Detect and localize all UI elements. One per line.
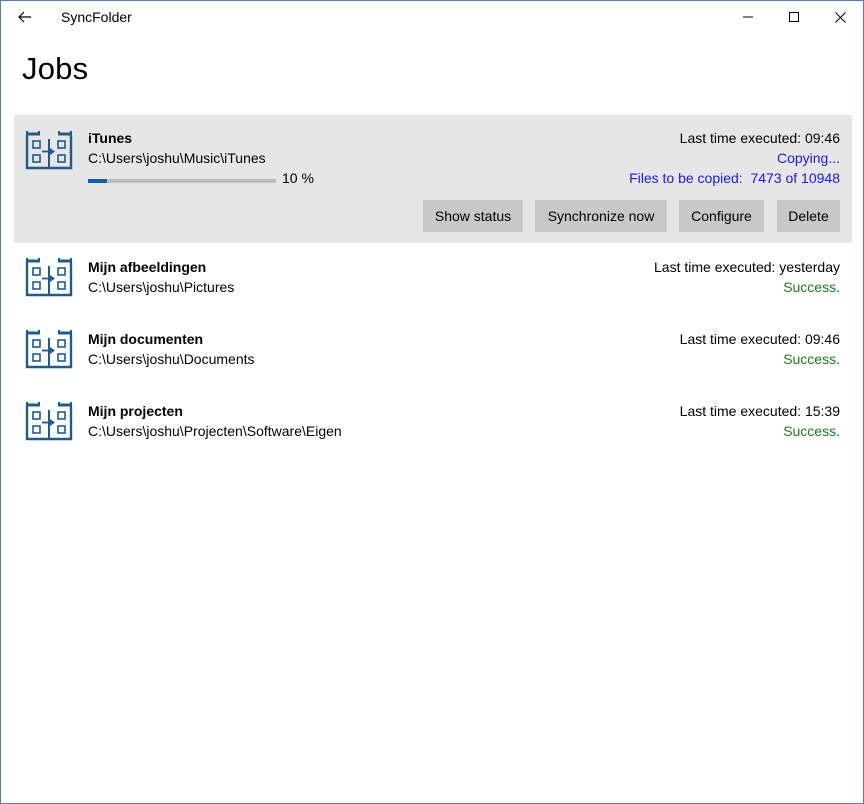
job-status: Copying... [776, 150, 840, 166]
progress-fill [88, 179, 107, 183]
back-arrow-icon [18, 11, 31, 23]
last-executed: Last time executed: 09:46 [679, 130, 840, 146]
sync-folder-icon [25, 131, 73, 170]
job-status: Success. [783, 279, 840, 295]
job-name: Mijn documenten [88, 331, 204, 347]
job-name: Mijn afbeeldingen [88, 259, 207, 275]
job-path: C:\Users\joshu\Pictures [88, 279, 235, 295]
maximize-button[interactable] [771, 1, 817, 33]
app-title: SyncFolder [61, 9, 132, 25]
configure-button[interactable]: Configure [679, 200, 764, 232]
minimize-button[interactable] [725, 1, 771, 33]
job-item-mijn-afbeeldingen[interactable]: Mijn afbeeldingen C:\Users\joshu\Picture… [14, 245, 852, 315]
title-bar: SyncFolder [1, 1, 863, 33]
job-status: Success. [783, 423, 840, 439]
job-name: iTunes [88, 130, 133, 146]
sync-folder-icon [25, 330, 73, 369]
close-button[interactable] [817, 1, 863, 33]
maximize-icon [789, 12, 799, 22]
back-button[interactable] [7, 1, 43, 33]
progress-bar [88, 179, 276, 183]
show-status-button[interactable]: Show status [423, 200, 523, 232]
files-to-copy: Files to be copied: 7473 of 10948 [629, 170, 840, 186]
job-item-mijn-projecten[interactable]: Mijn projecten C:\Users\joshu\Projecten\… [14, 389, 852, 459]
job-name: Mijn projecten [88, 403, 183, 419]
app-window: SyncFolder Jobs iTunes C:\Users\joshu\Mu… [0, 0, 864, 804]
progress-label: 10 % [282, 170, 314, 186]
sync-folder-icon [25, 258, 73, 297]
job-path: C:\Users\joshu\Music\iTunes [88, 150, 266, 166]
job-item-mijn-documenten[interactable]: Mijn documenten C:\Users\joshu\Documents… [14, 317, 852, 387]
synchronize-now-button[interactable]: Synchronize now [535, 200, 667, 232]
close-icon [834, 11, 846, 23]
last-executed: Last time executed: 09:46 [679, 331, 840, 347]
minimize-icon [743, 16, 753, 18]
page-title: Jobs [22, 51, 89, 86]
delete-button[interactable]: Delete [777, 200, 840, 232]
last-executed: Last time executed: yesterday [654, 259, 840, 275]
job-status: Success. [783, 351, 840, 367]
sync-folder-icon [25, 402, 73, 441]
job-path: C:\Users\joshu\Documents [88, 351, 255, 367]
last-executed: Last time executed: 15:39 [679, 403, 840, 419]
job-item-itunes[interactable]: iTunes C:\Users\joshu\Music\iTunes 10 % … [14, 115, 852, 243]
job-path: C:\Users\joshu\Projecten\Software\Eigen [88, 423, 342, 439]
